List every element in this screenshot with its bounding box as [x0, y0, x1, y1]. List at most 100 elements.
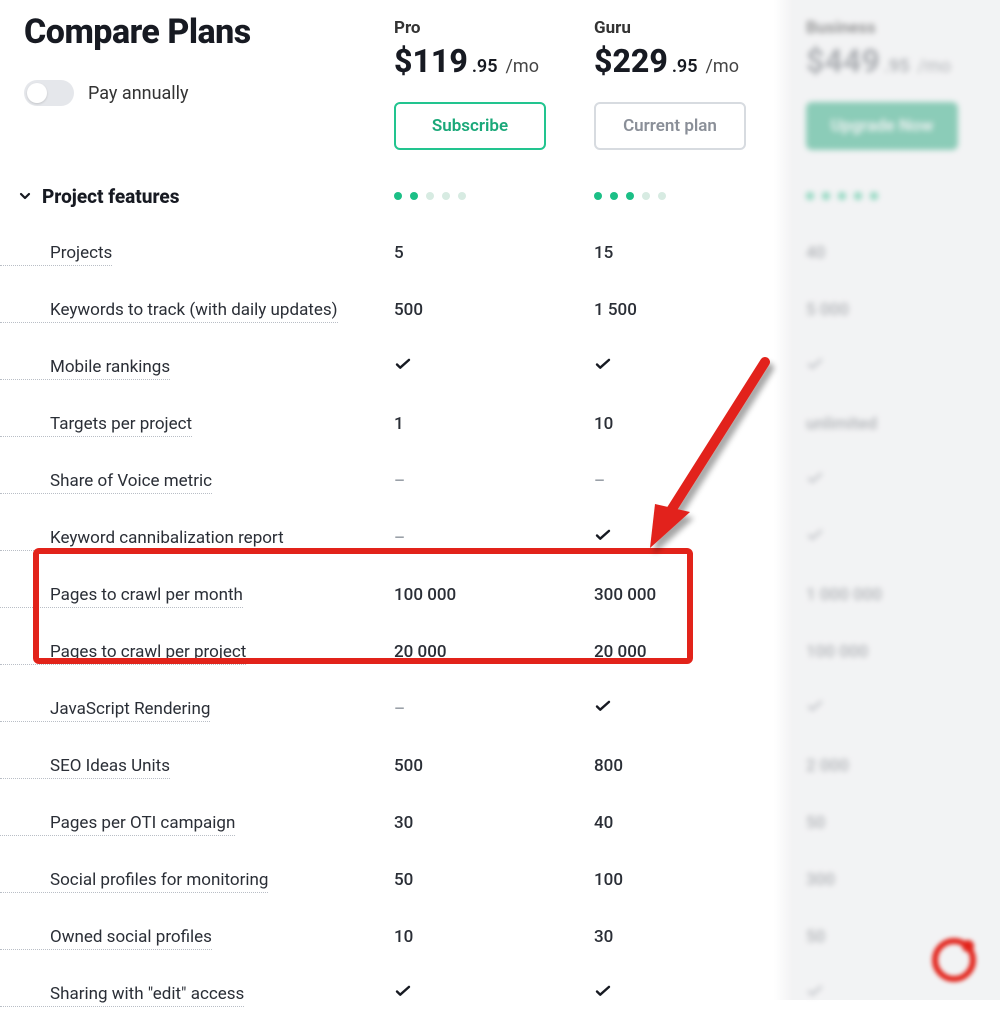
plan-pro-header: Pro $119.95 /mo Subscribe: [394, 12, 594, 150]
feature-guru-value: –: [594, 471, 794, 491]
annual-toggle-label: Pay annually: [88, 83, 189, 104]
feature-pro-value: 100 000: [394, 585, 594, 605]
rating-dot: [458, 192, 466, 200]
feature-guru-value: 15: [594, 243, 794, 263]
plan-pro-price-main: $119: [394, 42, 468, 80]
feature-label: Owned social profiles: [0, 927, 212, 950]
feature-guru-value: 1 500: [594, 300, 794, 320]
plan-pro-dots: [394, 192, 594, 200]
page-title: Compare Plans: [24, 12, 394, 52]
dash-icon: –: [394, 699, 405, 719]
feature-label: Pages per OTI campaign: [0, 813, 235, 836]
feature-value: 30: [594, 927, 613, 947]
feature-value: 20 000: [594, 642, 647, 662]
feature-guru-value: 100: [594, 870, 794, 890]
plan-guru-dots: [594, 192, 794, 200]
plan-guru-price-per: /mo: [706, 56, 739, 77]
feature-pro-value: 1: [394, 414, 594, 434]
plan-guru-price-main: $229: [594, 42, 668, 80]
rating-dot: [442, 192, 450, 200]
feature-guru-value: 800: [594, 756, 794, 776]
feature-label: Share of Voice metric: [0, 471, 212, 494]
locked-plan-overlay: [774, 0, 1000, 1000]
feature-pro-value: 500: [394, 756, 594, 776]
feature-label: Keywords to track (with daily updates): [0, 300, 338, 323]
rating-dot: [610, 192, 618, 200]
chat-widget-icon[interactable]: [932, 938, 986, 992]
feature-guru-value: [594, 697, 794, 720]
feature-label: SEO Ideas Units: [0, 756, 170, 779]
feature-pro-value: –: [394, 699, 594, 719]
rating-dot: [426, 192, 434, 200]
feature-value: 20 000: [394, 642, 447, 662]
plan-pro-price-dec: .95: [472, 56, 498, 77]
plan-pro-name: Pro: [394, 18, 594, 38]
feature-label: Mobile rankings: [0, 357, 170, 380]
feature-label: Pages to crawl per month: [0, 585, 243, 608]
feature-pro-value: 50: [394, 870, 594, 890]
dash-icon: –: [394, 528, 405, 548]
current-plan-button[interactable]: Current plan: [594, 102, 746, 150]
feature-guru-value: 10: [594, 414, 794, 434]
feature-label: Projects: [0, 243, 112, 266]
feature-guru-value: [594, 526, 794, 549]
feature-pro-value: 500: [394, 300, 594, 320]
plan-pro-price-per: /mo: [506, 56, 539, 77]
feature-value: 40: [594, 813, 613, 833]
feature-value: 30: [394, 813, 413, 833]
feature-pro-value: [394, 982, 594, 1005]
feature-value: 100 000: [394, 585, 456, 605]
feature-value: 800: [594, 756, 623, 776]
dash-icon: –: [394, 471, 405, 491]
feature-guru-value: [594, 982, 794, 1005]
feature-pro-value: –: [394, 471, 594, 491]
check-icon: [594, 526, 612, 544]
feature-label: Pages to crawl per project: [0, 642, 246, 665]
check-icon: [594, 982, 612, 1000]
feature-label: Sharing with "edit" access: [0, 984, 244, 1007]
check-icon: [594, 355, 612, 373]
feature-value: 5: [394, 243, 404, 263]
feature-value: 1: [394, 414, 404, 434]
feature-value: 50: [394, 870, 413, 890]
feature-guru-value: 30: [594, 927, 794, 947]
feature-pro-value: 30: [394, 813, 594, 833]
annual-toggle[interactable]: [24, 80, 74, 106]
feature-label: Keyword cannibalization report: [0, 528, 284, 551]
plan-guru-price-dec: .95: [672, 56, 698, 77]
feature-pro-value: [394, 355, 594, 378]
feature-label: JavaScript Rendering: [0, 699, 210, 722]
feature-guru-value: 40: [594, 813, 794, 833]
chevron-down-icon[interactable]: [18, 189, 32, 203]
plan-guru-name: Guru: [594, 18, 794, 38]
feature-value: 300 000: [594, 585, 656, 605]
feature-pro-value: 5: [394, 243, 594, 263]
feature-guru-value: [594, 355, 794, 378]
feature-guru-value: 300 000: [594, 585, 794, 605]
subscribe-button[interactable]: Subscribe: [394, 102, 546, 150]
feature-value: 15: [594, 243, 613, 263]
rating-dot: [594, 192, 602, 200]
feature-label: Social profiles for monitoring: [0, 870, 268, 893]
feature-pro-value: 10: [394, 927, 594, 947]
feature-guru-value: 20 000: [594, 642, 794, 662]
section-title: Project features: [42, 185, 179, 208]
rating-dot: [658, 192, 666, 200]
feature-value: 500: [394, 756, 423, 776]
feature-value: 10: [394, 927, 413, 947]
rating-dot: [626, 192, 634, 200]
check-icon: [594, 697, 612, 715]
feature-value: 100: [594, 870, 623, 890]
feature-value: 500: [394, 300, 423, 320]
check-icon: [394, 355, 412, 373]
feature-pro-value: 20 000: [394, 642, 594, 662]
dash-icon: –: [594, 471, 605, 491]
rating-dot: [410, 192, 418, 200]
rating-dot: [642, 192, 650, 200]
feature-value: 10: [594, 414, 613, 434]
feature-pro-value: –: [394, 528, 594, 548]
rating-dot: [394, 192, 402, 200]
plan-guru-header: Guru $229.95 /mo Current plan: [594, 12, 794, 150]
feature-value: 1 500: [594, 300, 637, 320]
check-icon: [394, 982, 412, 1000]
